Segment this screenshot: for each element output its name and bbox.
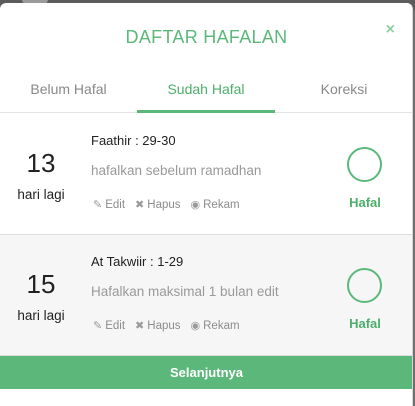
edit-button[interactable]: ✎ Edit bbox=[93, 198, 126, 212]
close-icon[interactable]: × bbox=[386, 21, 395, 39]
tab-koreksi[interactable]: Koreksi bbox=[275, 79, 412, 112]
list-item: 13 hari lagi Faathir : 29-30 hafalkan se… bbox=[0, 114, 412, 235]
days-count: 13 bbox=[26, 148, 56, 178]
days-label: hari lagi bbox=[17, 187, 65, 202]
days-count: 15 bbox=[26, 269, 56, 299]
tab-sudah-hafal[interactable]: Sudah Hafal bbox=[137, 79, 275, 113]
item-note: Hafalkan maksimal 1 bulan edit bbox=[91, 284, 279, 299]
x-icon: ✖ bbox=[135, 199, 145, 211]
status-label: Hafal bbox=[349, 195, 381, 210]
delete-button[interactable]: ✖ Hapus bbox=[135, 198, 181, 212]
hafalan-modal: DAFTAR HAFALAN × Belum Hafal Sudah Hafal… bbox=[0, 3, 413, 406]
x-icon: ✖ bbox=[135, 320, 145, 332]
list-item: 15 hari lagi At Takwiir : 1-29 Hafalkan … bbox=[0, 235, 412, 356]
modal-title: DAFTAR HAFALAN bbox=[125, 27, 288, 47]
status-label: Hafal bbox=[349, 316, 381, 331]
edit-button[interactable]: ✎ Edit bbox=[93, 319, 126, 333]
delete-label: Hapus bbox=[147, 319, 181, 332]
surah-range: At Takwiir : 1-29 bbox=[91, 254, 184, 269]
hafal-toggle[interactable] bbox=[347, 268, 382, 303]
days-label: hari lagi bbox=[17, 308, 65, 323]
record-icon: ◉ bbox=[190, 320, 201, 332]
record-button[interactable]: ◉ Rekam bbox=[190, 198, 240, 212]
next-button[interactable]: Selanjutnya bbox=[0, 356, 412, 389]
tab-bar: Belum Hafal Sudah Hafal Koreksi bbox=[0, 79, 412, 113]
surah-range: Faathir : 29-30 bbox=[91, 133, 176, 148]
edit-icon: ✎ bbox=[93, 320, 103, 332]
edit-label: Edit bbox=[105, 319, 126, 332]
hafal-toggle[interactable] bbox=[347, 147, 382, 182]
edit-icon: ✎ bbox=[93, 199, 103, 211]
tab-belum-hafal[interactable]: Belum Hafal bbox=[0, 79, 137, 112]
record-icon: ◉ bbox=[190, 199, 201, 211]
record-label: Rekam bbox=[203, 198, 240, 211]
item-actions: ✎ Edit ✖ Hapus ◉ Rekam bbox=[93, 198, 240, 212]
delete-label: Hapus bbox=[147, 198, 181, 211]
edit-label: Edit bbox=[105, 198, 126, 211]
hafalan-list: 13 hari lagi Faathir : 29-30 hafalkan se… bbox=[0, 114, 412, 356]
delete-button[interactable]: ✖ Hapus bbox=[135, 319, 181, 333]
record-label: Rekam bbox=[203, 319, 240, 332]
item-note: hafalkan sebelum ramadhan bbox=[91, 163, 262, 178]
item-actions: ✎ Edit ✖ Hapus ◉ Rekam bbox=[93, 319, 240, 333]
record-button[interactable]: ◉ Rekam bbox=[190, 319, 240, 333]
